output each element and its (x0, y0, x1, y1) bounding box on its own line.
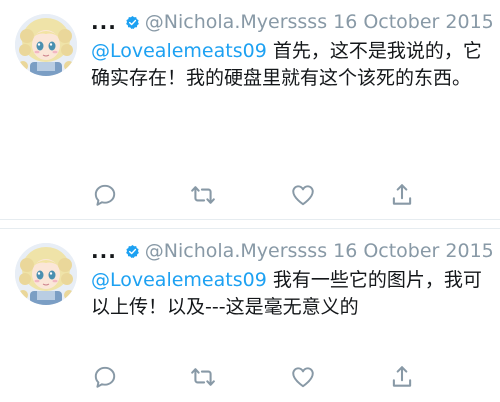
reply-button[interactable] (90, 180, 120, 210)
tweet-actions (0, 180, 500, 210)
tweet-item[interactable]: ... @Nichola.Myerssss 16 October 2015 @L… (0, 0, 500, 220)
retweet-icon (191, 186, 215, 204)
avatar[interactable] (15, 14, 77, 76)
like-button[interactable] (288, 180, 318, 210)
retweet-button[interactable] (188, 180, 218, 210)
share-button[interactable] (387, 362, 417, 392)
like-icon (292, 185, 314, 206)
avatar-image (15, 14, 77, 76)
reply-button[interactable] (90, 362, 120, 392)
tweet-date[interactable]: 16 October 2015 (333, 240, 494, 262)
tweet-header: ... @Nichola.Myerssss 16 October 2015 (91, 9, 500, 35)
tweet-header: ... @Nichola.Myerssss 16 October 2015 (91, 238, 500, 264)
retweet-button[interactable] (188, 362, 218, 392)
avatar[interactable] (15, 243, 77, 305)
user-handle[interactable]: @Nichola.Myerssss (145, 11, 327, 33)
display-name[interactable]: ... (91, 10, 117, 34)
tweet-text: @Lovealemeats09 首先，这不是我说的，它确实存在！我的硬盘里就有这… (91, 38, 486, 92)
user-handle[interactable]: @Nichola.Myerssss (145, 240, 327, 262)
tweet-date[interactable]: 16 October 2015 (333, 11, 494, 33)
verified-icon (125, 244, 139, 258)
mention-link[interactable]: @Lovealemeats09 (91, 40, 267, 62)
share-icon (392, 184, 412, 205)
mention-link[interactable]: @Lovealemeats09 (91, 269, 267, 291)
reply-icon (94, 184, 116, 206)
tweet-actions (0, 362, 500, 392)
tweet-text: @Lovealemeats09 我有一些它的图片，我可以上传！以及---这是毫无… (91, 267, 486, 321)
verified-icon (125, 15, 139, 29)
retweet-icon (191, 368, 215, 386)
tweet-item[interactable]: ... @Nichola.Myerssss 16 October 2015 @L… (0, 228, 500, 402)
like-icon (292, 367, 314, 388)
share-button[interactable] (387, 180, 417, 210)
reply-icon (94, 366, 116, 388)
like-button[interactable] (288, 362, 318, 392)
tweet-timeline: ... @Nichola.Myerssss 16 October 2015 @L… (0, 0, 500, 402)
display-name[interactable]: ... (91, 239, 117, 263)
share-icon (392, 366, 412, 387)
avatar-image (15, 243, 77, 305)
